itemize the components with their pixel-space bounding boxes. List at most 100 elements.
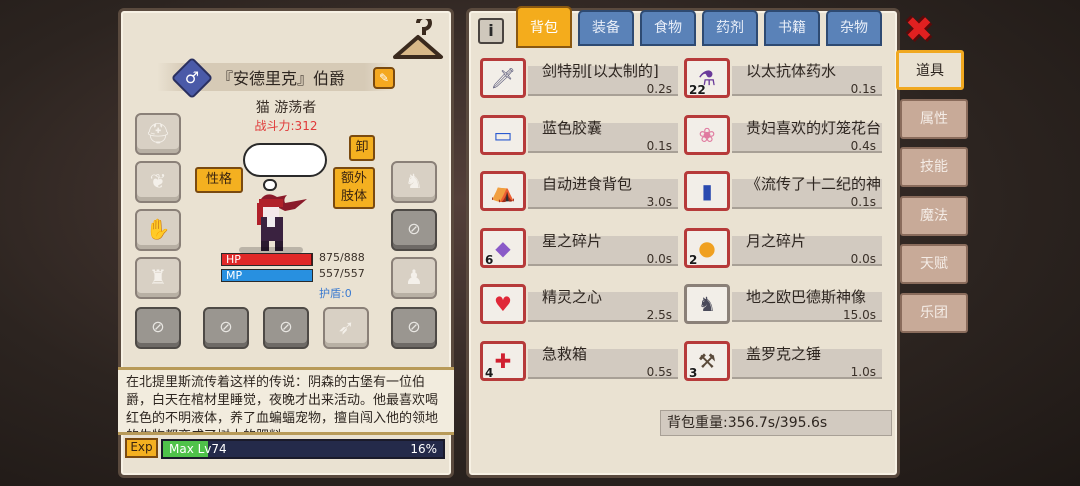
hp-bar: HP [221, 253, 313, 266]
item-name: 剑特别[以太制的] [542, 62, 659, 80]
tab-food[interactable]: 食物 [640, 10, 696, 46]
item-weight: 0.1s [646, 138, 672, 153]
inventory-item[interactable]: ⚒ 3 盖罗克之锤 1.0s [684, 340, 882, 381]
inventory-item[interactable]: ● 2 月之碎片 0.0s [684, 227, 882, 268]
boots-icon: ♟ [405, 265, 423, 289]
item-slot: ⛺ [480, 171, 526, 211]
item-slot: ▭ [480, 114, 526, 155]
item-name: 自动进食背包 [542, 175, 633, 193]
heart-icon: ♥ [494, 292, 512, 316]
inventory-item[interactable]: ⛺ 自动进食背包 3.0s [480, 171, 678, 211]
mp-bar: MP [221, 269, 313, 282]
item-slot: ✚ 4 [480, 340, 526, 381]
item-count: 6 [485, 252, 494, 267]
item-slot: ♥ [480, 284, 526, 324]
item-slot: ⚗ 22 [684, 58, 730, 98]
item-weight: 0.0s [850, 251, 876, 266]
item-slot: ▮ [684, 171, 730, 211]
tab-book[interactable]: 书籍 [764, 10, 820, 46]
equip-slot-body[interactable]: ♜ [135, 257, 181, 299]
item-weight: 0.5s [646, 364, 672, 379]
item-slot: ◆ 6 [480, 227, 526, 268]
character-name: 『安德里克』伯爵 [217, 69, 346, 88]
locked-slot-icon: ⊘ [279, 317, 293, 336]
cloak-icon: ♞ [405, 169, 423, 193]
item-name: 盖罗克之锤 [746, 344, 822, 363]
item-count: 3 [689, 365, 698, 380]
item-weight: 2.5s [646, 308, 672, 322]
tab-bag[interactable]: 背包 [516, 6, 572, 48]
inventory-item[interactable]: ♥ 精灵之心 2.5s [480, 284, 678, 324]
thought-bubble [243, 143, 327, 191]
tab-equipment[interactable]: 装备 [578, 10, 634, 46]
item-slot: ❀ [684, 114, 730, 155]
locked-slot-icon: ⊘ [151, 317, 165, 336]
helmet-icon: ⛑ [145, 121, 171, 145]
mp-value: 557/557 [319, 267, 365, 280]
equip-slot-locked[interactable]: ⊘ [263, 307, 309, 349]
item-weight: 0.4s [850, 138, 876, 153]
item-weight: 0.0s [646, 251, 672, 266]
side-tab-band[interactable]: 乐团 [900, 292, 968, 333]
equip-slot-feet[interactable]: ♟ [391, 257, 437, 299]
exp-percent: 16% [410, 442, 437, 456]
capsule-icon: ▭ [493, 122, 513, 147]
inventory-item[interactable]: ▮ 《流传了十二纪的神 0.1s [684, 171, 882, 211]
inventory-item[interactable]: ◆ 6 星之碎片 0.0s [480, 227, 678, 268]
item-slot: ♞ [684, 284, 730, 324]
tab-misc[interactable]: 杂物 [826, 10, 882, 46]
equip-slot-locked[interactable]: ⊘ [391, 307, 437, 349]
item-name: 星之碎片 [542, 231, 603, 250]
bow-icon: ➶ [337, 315, 355, 339]
equip-slot-neck[interactable]: ❦ [135, 161, 181, 203]
hp-value: 875/888 [319, 251, 365, 264]
locked-slot-icon: ⊘ [407, 317, 421, 336]
locked-slot-icon: ⊘ [219, 317, 233, 336]
item-weight: 1.0s [850, 364, 876, 379]
character-sprite [239, 194, 307, 253]
item-count: 2 [689, 252, 698, 267]
item-name: 蓝色胶囊 [542, 118, 603, 137]
gauntlet-icon: ✋ [145, 217, 171, 241]
inventory-item[interactable]: ▭ 蓝色胶囊 0.1s [480, 114, 678, 155]
necklace-icon: ❦ [149, 169, 167, 193]
inventory-item[interactable]: ♞ 地之欧巴德斯神像 15.0s [684, 284, 882, 324]
armor-icon: ♜ [149, 265, 167, 289]
item-name: 月之碎片 [746, 231, 807, 250]
close-icon[interactable]: ✖ [902, 13, 936, 48]
inventory-item[interactable]: ❀ 贵妇喜欢的灯笼花台 0.4s [684, 114, 882, 155]
edit-name-button[interactable]: ✎ [373, 67, 395, 89]
inventory-item[interactable]: 🗡 剑特别[以太制的] 0.2s [480, 58, 678, 98]
hanger-icon[interactable] [391, 19, 445, 63]
item-weight: 15.0s [843, 308, 876, 322]
character-panel: ♂ 『安德里克』伯爵 ✎ 猫 游荡者 战斗力:312 ⛑ ❦ ✋ ♜ ♞ ⊘ ♟… [118, 8, 454, 478]
inventory-item[interactable]: ✚ 4 急救箱 0.5s [480, 340, 678, 381]
lantern-flower-icon: ❀ [698, 122, 716, 147]
equip-slot-back[interactable]: ♞ [391, 161, 437, 203]
extra-limbs-button[interactable]: 额外 肢体 [333, 167, 375, 209]
locked-slot-icon: ⊘ [407, 219, 421, 238]
equip-slot-ranged[interactable]: ➶ [323, 307, 369, 349]
item-count: 4 [485, 365, 494, 380]
equip-slot-head[interactable]: ⛑ [135, 113, 181, 155]
book-icon: ▮ [701, 179, 713, 203]
item-weight: 3.0s [646, 195, 672, 209]
level-text: Max Lv74 [169, 442, 227, 456]
equip-slot-hand[interactable]: ✋ [135, 209, 181, 251]
equip-slot-locked[interactable]: ⊘ [135, 307, 181, 349]
item-count: 22 [689, 83, 706, 97]
tab-potion[interactable]: 药剂 [702, 10, 758, 46]
side-tab-skills[interactable]: 技能 [900, 147, 968, 187]
equip-slot-locked[interactable]: ⊘ [203, 307, 249, 349]
shield-value: 护盾:0 [319, 287, 352, 300]
side-tab-talents[interactable]: 天赋 [900, 244, 968, 284]
side-tab-items[interactable]: 道具 [896, 50, 964, 90]
side-tab-attributes[interactable]: 属性 [900, 98, 968, 139]
side-tab-magic[interactable]: 魔法 [900, 195, 968, 236]
info-icon[interactable]: i [478, 18, 504, 44]
unequip-button[interactable]: 卸 [349, 135, 375, 161]
statue-icon: ♞ [698, 292, 716, 316]
equip-slot-locked[interactable]: ⊘ [391, 209, 437, 251]
item-slot: ● 2 [684, 227, 730, 268]
inventory-item[interactable]: ⚗ 22 以太抗体药水 0.1s [684, 58, 882, 98]
